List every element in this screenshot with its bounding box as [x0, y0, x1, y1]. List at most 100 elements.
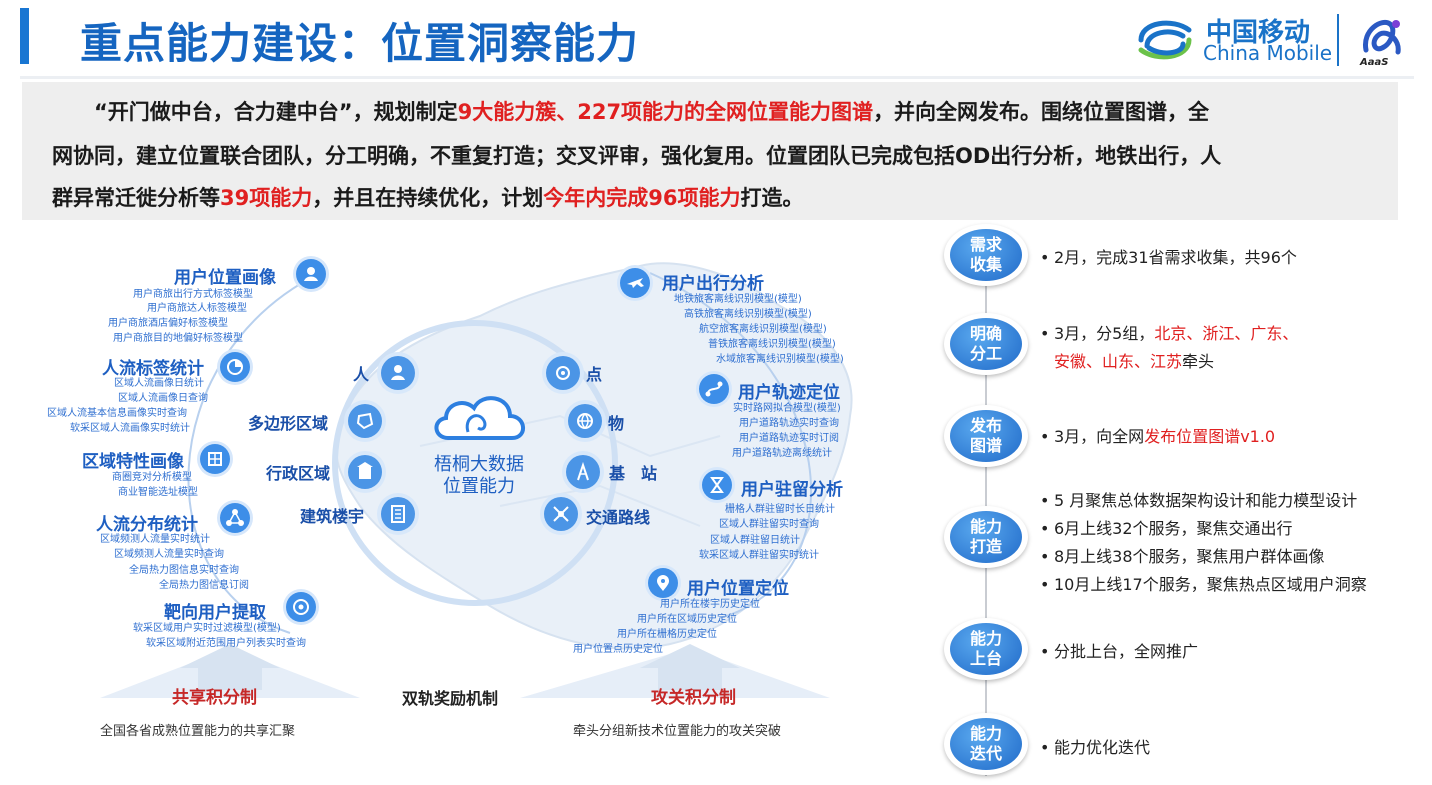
- ring-label-person: 人: [353, 365, 370, 384]
- building-icon: [348, 455, 382, 489]
- sub-item: 用户商旅出行方式标签模型: [133, 289, 253, 300]
- timeline-step-division: 明确 分工: [944, 313, 1028, 375]
- sub-item: 用户位置点历史定位: [573, 644, 663, 655]
- timeline-step-launch: 能力 上台: [944, 618, 1028, 680]
- sub-item: 软采区域人流画像实时统计: [70, 423, 190, 434]
- sub-item: 航空旅客离线识别模型(模型): [699, 324, 827, 335]
- sub-item: 用户道路轨迹离线统计: [732, 448, 832, 459]
- sub-item: 实时路网拟合模型(模型): [733, 403, 841, 414]
- category-user-location-positioning: 用户位置定位: [687, 579, 789, 599]
- sub-item: 栅格人群驻留时长日统计: [725, 504, 835, 515]
- logo-english-name: China Mobile: [1203, 41, 1333, 65]
- timeline-bullet: • 5 月聚焦总体数据架构设计和能力模型设计: [1040, 491, 1358, 510]
- timeline-bullet: • 分批上台，全网推广: [1040, 642, 1199, 661]
- intro-line-1: “开门做中台，合力建中台”，规划制定9大能力簇、227项能力的全网位置能力图谱，…: [94, 100, 1210, 124]
- china-mobile-logo-icon: [1138, 20, 1192, 60]
- cloud-phoenix-icon: [434, 396, 525, 440]
- sub-item: 商圈竞对分析模型: [112, 472, 192, 483]
- sub-item: 区域频测人流量实时统计: [100, 534, 210, 545]
- sub-item: 地铁旅客离线识别模型(模型): [674, 294, 802, 305]
- point-icon: [546, 356, 580, 390]
- timeline-bullet: • 6月上线32个服务，聚焦交通出行: [1040, 519, 1293, 538]
- timeline-bullet-continuation: 安徽、山东、江苏牵头: [1054, 352, 1215, 371]
- sub-item: 用户商旅目的地偏好标签模型: [113, 333, 243, 344]
- category-user-location-profile: 用户位置画像: [174, 268, 276, 288]
- timeline-line: [985, 228, 987, 776]
- category-crowd-tag-stats: 人流标签统计: [102, 359, 204, 379]
- route-icon: [699, 374, 729, 404]
- sub-item: 水域旅客离线识别模型(模型): [716, 354, 844, 365]
- timeline-bullet: • 2月，完成31省需求收集，共96个: [1040, 248, 1297, 267]
- capability-map-diagram: 用户位置画像 用户商旅出行方式标签模型 用户商旅达人标签模型 用户商旅酒店偏好标…: [0, 228, 930, 785]
- timeline-bullet: • 能力优化迭代: [1040, 738, 1151, 757]
- target-icon: [286, 592, 316, 622]
- sub-item: 商业智能选址模型: [118, 487, 198, 498]
- sub-item: 软采区域附近范围用户列表实时查询: [146, 638, 306, 649]
- logo-divider: [1337, 14, 1339, 66]
- sub-item: 用户道路轨迹实时订阅: [739, 433, 839, 444]
- breakthrough-points-caption: 牵头分组新技术位置能力的攻关突破: [573, 724, 782, 739]
- sub-item: 区域人流画像日查询: [118, 393, 208, 404]
- sub-item: 软采区域用户实时过滤模型(模型): [133, 623, 281, 634]
- ring-label-building: 建筑楼宇: [300, 507, 365, 526]
- ring-label-admin-area: 行政区域: [266, 464, 331, 483]
- ring-label-object: 物: [608, 414, 625, 433]
- hourglass-icon: [702, 470, 732, 500]
- polygon-icon: [348, 404, 382, 438]
- category-user-trajectory-positioning: 用户轨迹定位: [738, 383, 840, 403]
- timeline-bullet: • 3月，分5组，北京、浙江、广东、: [1040, 324, 1299, 343]
- category-crowd-distribution: 人流分布统计: [96, 515, 198, 535]
- plane-icon: [620, 268, 650, 298]
- timeline-bullet: • 3月，向全网发布位置图谱v1.0: [1040, 427, 1276, 446]
- center-label-line2: 位置能力: [443, 476, 515, 497]
- category-user-travel-analysis: 用户出行分析: [662, 274, 764, 294]
- sub-item: 普铁旅客离线识别模型(模型): [708, 339, 836, 350]
- tower-icon: [381, 497, 415, 531]
- category-target-user-extraction: 靶向用户提取: [164, 603, 266, 623]
- ring-label-polygon: 多边形区域: [248, 414, 329, 433]
- intro-box: “开门做中台，合力建中台”，规划制定9大能力簇、227项能力的全网位置能力图谱，…: [22, 82, 1398, 220]
- sub-item: 用户所在栅格历史定位: [617, 629, 717, 640]
- ring-label-point: 点: [586, 365, 603, 384]
- sub-item: 用户商旅达人标签模型: [147, 303, 247, 314]
- intro-line-3: 群异常迁徙分析等39项能力，并且在持续优化，计划今年内完成96项能力打造。: [52, 186, 804, 210]
- category-area-profile: 区域特性画像: [82, 452, 184, 472]
- timeline-bullet: • 10月上线17个服务，聚焦热点区域用户洞察: [1040, 575, 1367, 594]
- dual-track-reward-label: 双轨奖励机制: [402, 689, 499, 708]
- breakthrough-points-title: 攻关积分制: [651, 688, 736, 708]
- sub-item: 用户所在区域历史定位: [637, 614, 737, 625]
- sub-item: 区域人群驻留日统计: [710, 535, 800, 546]
- location-pin-icon: [648, 568, 678, 598]
- sub-item: 区域人流画像日统计: [114, 378, 204, 389]
- shared-points-title: 共享积分制: [172, 688, 257, 708]
- page-title: 重点能力建设：位置洞察能力: [80, 19, 640, 68]
- title-accent-bar: [20, 8, 29, 64]
- sub-item: 软采区域人群驻留实时统计: [699, 550, 819, 561]
- aaas-label: AaaS: [1360, 57, 1389, 68]
- globe-icon: [568, 404, 602, 438]
- sub-item: 用户道路轨迹实时查询: [739, 418, 839, 429]
- center-label-line1: 梧桐大数据: [434, 454, 524, 475]
- timeline-bullet: • 8月上线38个服务，聚焦用户群体画像: [1040, 547, 1325, 566]
- category-user-dwell-analysis: 用户驻留分析: [741, 480, 843, 500]
- sub-item: 用户所在楼宇历史定位: [660, 599, 760, 610]
- traffic-icon: [544, 497, 578, 531]
- person-icon: [381, 356, 415, 390]
- ring-label-base-station: 基 站: [609, 464, 658, 483]
- intro-line-2: 网协同，建立位置联合团队，分工明确，不重复打造；交叉评审，强化复用。位置团队已完…: [52, 144, 1222, 168]
- ring-label-traffic-route: 交通路线: [586, 508, 651, 527]
- sub-item: 区域频测人流量实时查询: [114, 549, 224, 560]
- network-icon: [220, 503, 250, 533]
- timeline-step-requirements: 需求 收集: [944, 224, 1028, 286]
- timeline-step-publish: 发布 图谱: [944, 405, 1028, 467]
- sub-item: 区域人流基本信息画像实时查询: [47, 408, 187, 419]
- sub-item: 高铁旅客离线识别模型(模型): [684, 309, 812, 320]
- base-station-icon: [566, 455, 600, 489]
- pie-chart-icon: [220, 352, 250, 382]
- sub-item: 区域人群驻留实时查询: [719, 519, 819, 530]
- shared-points-caption: 全国各省成熟位置能力的共享汇聚: [100, 724, 296, 739]
- timeline-step-iterate: 能力 迭代: [944, 713, 1028, 775]
- grid-icon: [200, 444, 230, 474]
- sub-item: 用户商旅酒店偏好标签模型: [108, 318, 228, 329]
- header-divider: [20, 76, 1414, 79]
